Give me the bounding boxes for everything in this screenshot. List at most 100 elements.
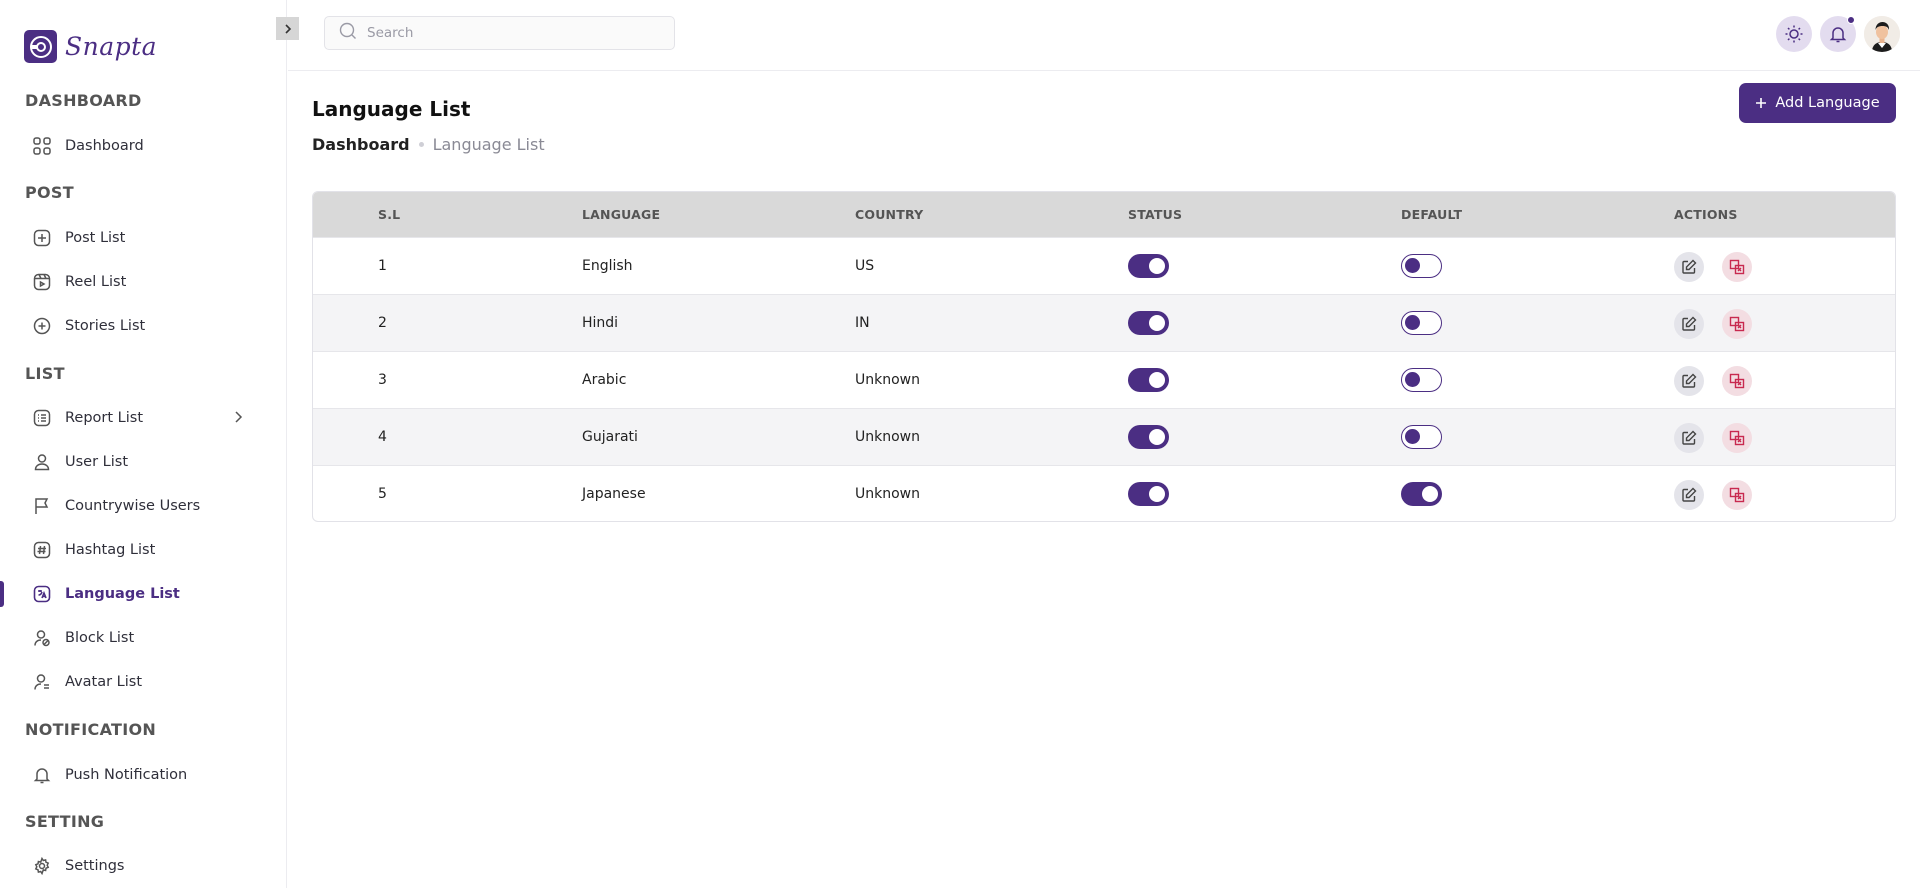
hashtag-icon: [32, 540, 52, 560]
status-toggle[interactable]: [1128, 254, 1169, 278]
cell-language: English: [582, 258, 633, 274]
table-body: 1 English US 2 Hindi IN 3 Arabic Unknown: [313, 237, 1895, 521]
status-toggle[interactable]: [1128, 482, 1169, 506]
trash-icon: [1729, 259, 1745, 275]
sidebar-item-post-list[interactable]: Post List: [0, 220, 286, 256]
flag-icon: [32, 496, 52, 516]
sidebar-item-label: Settings: [65, 858, 125, 874]
sidebar-item-report-list[interactable]: Report List: [0, 400, 286, 436]
add-language-label: Add Language: [1775, 95, 1880, 111]
sidebar-item-hashtag-list[interactable]: Hashtag List: [0, 532, 286, 568]
bell-icon: [32, 765, 52, 785]
trash-icon: [1729, 373, 1745, 389]
search-input[interactable]: [367, 25, 667, 41]
language-table: S.L LANGUAGE COUNTRY STATUS DEFAULT ACTI…: [312, 191, 1896, 522]
delete-button[interactable]: [1722, 366, 1752, 396]
default-toggle[interactable]: [1401, 254, 1442, 278]
sidebar: Snapta DASHBOARD Dashboard POST Post Lis…: [0, 0, 287, 888]
sidebar-collapse-button[interactable]: [276, 17, 299, 40]
delete-button[interactable]: [1722, 423, 1752, 453]
column-header-sl: S.L: [378, 207, 401, 222]
section-list: LIST: [25, 364, 65, 383]
cell-country: Unknown: [855, 486, 920, 502]
gear-icon: [32, 856, 52, 876]
trash-icon: [1729, 430, 1745, 446]
delete-button[interactable]: [1722, 252, 1752, 282]
search-icon: [339, 22, 357, 44]
breadcrumb: Dashboard Language List: [312, 135, 545, 154]
reel-icon: [32, 272, 52, 292]
sidebar-item-label: Report List: [65, 410, 144, 426]
edit-button[interactable]: [1674, 309, 1704, 339]
sidebar-item-label: Push Notification: [65, 767, 188, 783]
search-box[interactable]: [324, 16, 675, 50]
sidebar-item-dashboard[interactable]: Dashboard: [0, 128, 286, 164]
table-row: 4 Gujarati Unknown: [313, 408, 1895, 465]
notification-dot: [1847, 16, 1855, 24]
default-toggle[interactable]: [1401, 311, 1442, 335]
chevron-right-icon: [230, 409, 246, 429]
cell-sl: 4: [378, 429, 387, 445]
notifications-button[interactable]: [1820, 16, 1856, 52]
cell-sl: 5: [378, 486, 387, 502]
sidebar-item-label: Reel List: [65, 274, 127, 290]
cell-country: Unknown: [855, 372, 920, 388]
delete-button[interactable]: [1722, 480, 1752, 510]
status-toggle[interactable]: [1128, 311, 1169, 335]
table-row: 1 English US: [313, 237, 1895, 294]
trash-icon: [1729, 487, 1745, 503]
user-block-icon: [32, 628, 52, 648]
edit-button[interactable]: [1674, 366, 1704, 396]
sidebar-item-push-notification[interactable]: Push Notification: [0, 757, 286, 793]
cell-language: Arabic: [582, 372, 627, 388]
edit-icon: [1682, 373, 1697, 388]
add-language-button[interactable]: Add Language: [1739, 83, 1896, 123]
breadcrumb-dashboard-link[interactable]: Dashboard: [312, 135, 410, 154]
column-header-actions: ACTIONS: [1674, 207, 1738, 222]
cell-language: Gujarati: [582, 429, 638, 445]
sidebar-item-reel-list[interactable]: Reel List: [0, 264, 286, 300]
avatar-icon: [32, 672, 52, 692]
page-title: Language List: [312, 97, 471, 121]
sidebar-item-label: User List: [65, 454, 129, 470]
cell-sl: 2: [378, 315, 387, 331]
sidebar-item-countrywise-users[interactable]: Countrywise Users: [0, 488, 286, 524]
sidebar-item-avatar-list[interactable]: Avatar List: [0, 664, 286, 700]
default-toggle[interactable]: [1401, 482, 1442, 506]
avatar[interactable]: [1864, 16, 1900, 52]
edit-button[interactable]: [1674, 423, 1704, 453]
sidebar-item-label: Countrywise Users: [65, 498, 201, 514]
sidebar-item-stories-list[interactable]: Stories List: [0, 308, 286, 344]
status-toggle[interactable]: [1128, 425, 1169, 449]
edit-button[interactable]: [1674, 480, 1704, 510]
plus-circle-icon: [32, 316, 52, 336]
default-toggle[interactable]: [1401, 425, 1442, 449]
sidebar-item-label: Hashtag List: [65, 542, 156, 558]
sidebar-item-language-list[interactable]: Language List: [0, 576, 286, 612]
sidebar-item-label: Block List: [65, 630, 135, 646]
default-toggle[interactable]: [1401, 368, 1442, 392]
edit-icon: [1682, 487, 1697, 502]
theme-toggle-button[interactable]: [1776, 16, 1812, 52]
sidebar-item-label: Dashboard: [65, 138, 144, 154]
user-icon: [32, 452, 52, 472]
section-post: POST: [25, 183, 74, 202]
plus-square-icon: [32, 228, 52, 248]
status-toggle[interactable]: [1128, 368, 1169, 392]
chevron-right-icon: [284, 23, 291, 34]
cell-language: Hindi: [582, 315, 619, 331]
sidebar-item-user-list[interactable]: User List: [0, 444, 286, 480]
edit-icon: [1682, 316, 1697, 331]
grid-icon: [32, 136, 52, 156]
delete-button[interactable]: [1722, 309, 1752, 339]
edit-icon: [1682, 430, 1697, 445]
breadcrumb-separator: [418, 142, 424, 147]
brand-logo-icon: [24, 30, 57, 63]
brand[interactable]: Snapta: [24, 30, 157, 63]
sidebar-item-label: Post List: [65, 230, 126, 246]
sidebar-item-settings[interactable]: Settings: [0, 848, 286, 884]
edit-button[interactable]: [1674, 252, 1704, 282]
sidebar-item-block-list[interactable]: Block List: [0, 620, 286, 656]
sidebar-item-label: Language List: [65, 586, 180, 602]
bell-icon: [1829, 27, 1847, 43]
